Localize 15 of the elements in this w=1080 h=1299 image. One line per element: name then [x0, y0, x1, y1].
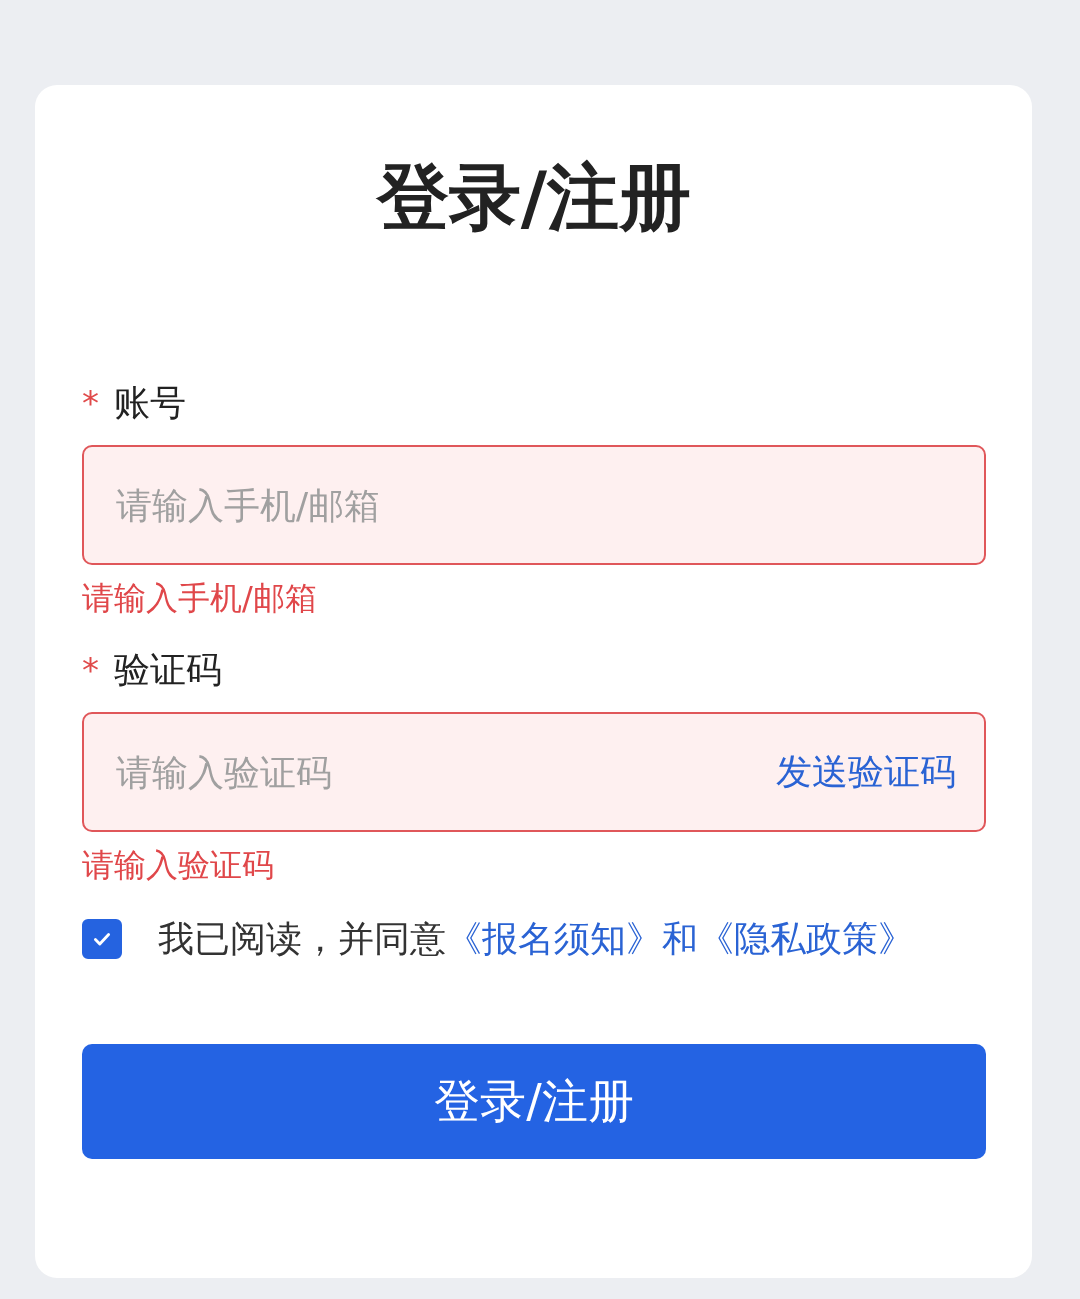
agreement-text: 我已阅读，并同意 [158, 917, 446, 959]
required-asterisk: * [82, 383, 100, 423]
input-field[interactable]: 请输入手机/邮箱 [82, 445, 986, 565]
form-title: 登录/注册 [375, 154, 693, 241]
error-message: 请输入验证码 [82, 845, 275, 886]
policy-link[interactable]: 《隐私政策》 [698, 917, 914, 959]
conjunction-text: 和 [662, 917, 698, 959]
field-label: 验证码 [114, 648, 222, 692]
login-register-button[interactable]: 登录/注册 [82, 1044, 986, 1159]
send-code-button[interactable]: 发送验证码 [776, 747, 956, 797]
agreement-checkbox[interactable] [82, 919, 122, 959]
required-asterisk: * [82, 650, 100, 690]
field-label: 账号 [114, 381, 186, 425]
policy-link[interactable]: 《报名须知》 [446, 917, 662, 959]
error-message: 请输入手机/邮箱 [82, 578, 318, 619]
